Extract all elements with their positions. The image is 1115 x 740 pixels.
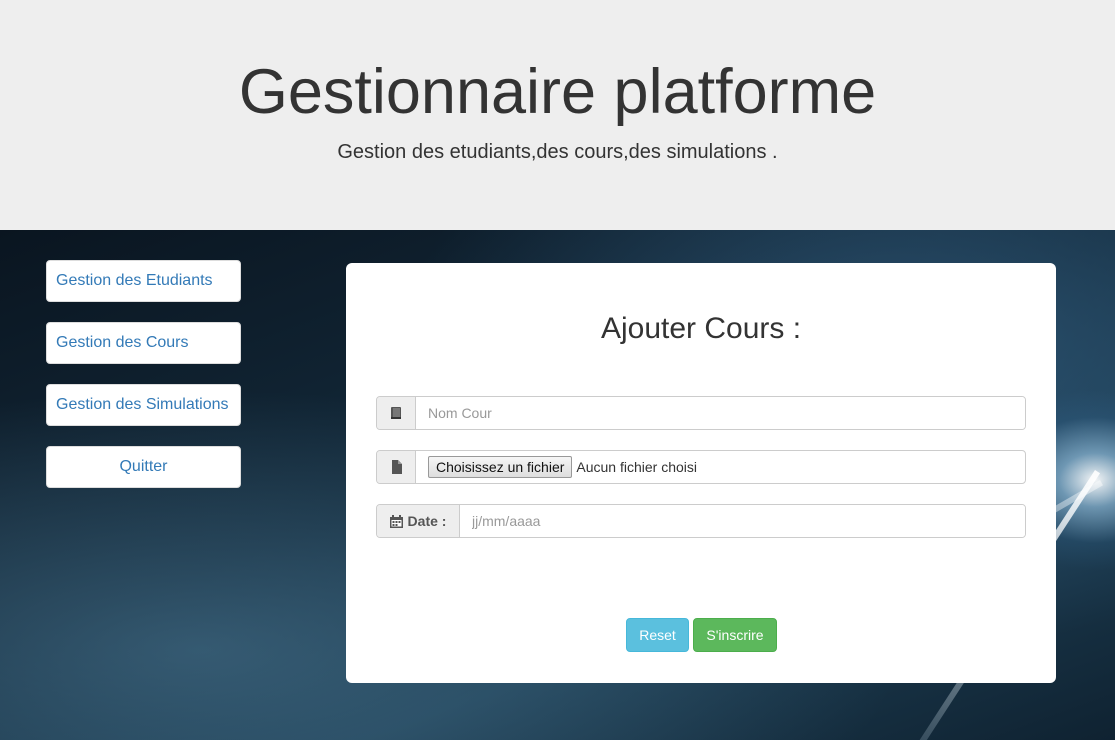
reset-button[interactable]: Reset: [626, 618, 689, 652]
calendar-icon: [389, 514, 403, 528]
sidebar-nav: Gestion des Etudiants Gestion des Cours …: [46, 260, 241, 508]
page-title: Gestionnaire platforme: [238, 57, 877, 127]
quit-button[interactable]: Quitter: [46, 446, 241, 488]
sidebar-item-etudiants[interactable]: Gestion des Etudiants: [46, 260, 241, 302]
course-name-input[interactable]: [416, 397, 1025, 429]
course-file-group: Choisissez un fichier Aucun fichier choi…: [376, 450, 1026, 484]
submit-button[interactable]: S'inscrire: [693, 618, 777, 652]
course-date-group: Date :: [376, 504, 1026, 538]
course-name-group: [376, 396, 1026, 430]
date-addon: Date :: [377, 505, 460, 537]
date-label: Date :: [407, 513, 447, 529]
book-icon: [377, 397, 416, 429]
file-input: Choisissez un fichier Aucun fichier choi…: [416, 451, 1025, 483]
sidebar-item-simulations[interactable]: Gestion des Simulations: [46, 384, 241, 426]
file-icon: [377, 451, 416, 483]
jumbotron: Gestionnaire platforme Gestion des etudi…: [0, 0, 1115, 230]
choose-file-button[interactable]: Choisissez un fichier: [428, 456, 573, 478]
date-input[interactable]: [460, 505, 1025, 537]
page-subtitle: Gestion des etudiants,des cours,des simu…: [337, 141, 778, 163]
add-course-panel: Ajouter Cours : Choisissez un fichier Au…: [346, 263, 1056, 683]
file-status: Aucun fichier choisi: [576, 459, 698, 475]
form-title: Ajouter Cours :: [600, 312, 802, 345]
sidebar-item-cours[interactable]: Gestion des Cours: [46, 322, 241, 364]
